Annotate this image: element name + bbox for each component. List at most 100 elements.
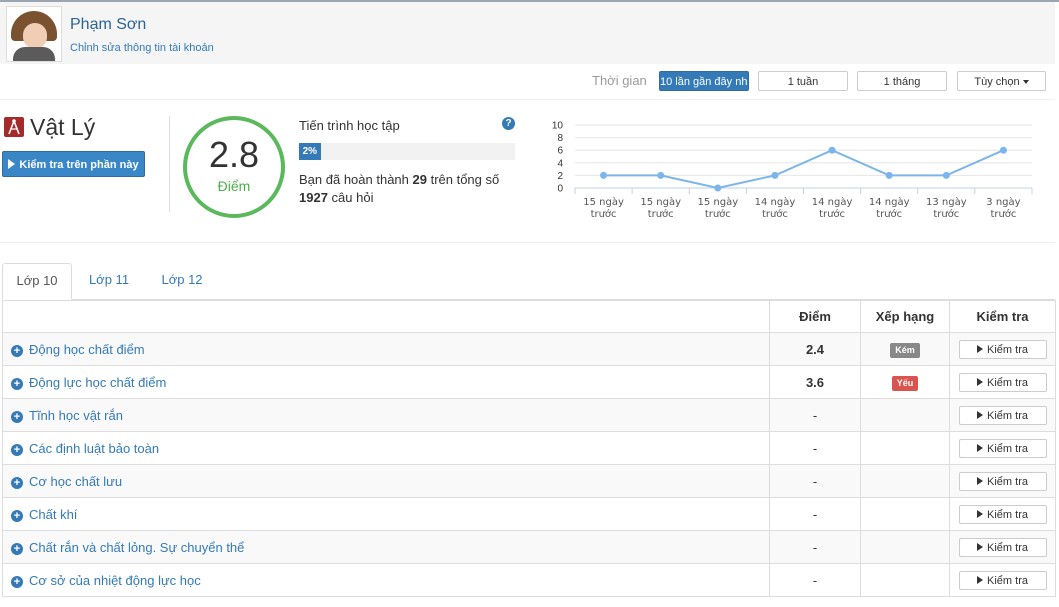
topic-cell[interactable]: + Các định luật bảo toàn [2, 431, 770, 465]
test-button-label: Kiểm tra [987, 442, 1028, 455]
score-column-header: Điểm [769, 300, 861, 333]
y-tick-label: 2 [557, 171, 563, 182]
topic-name[interactable]: Các định luật bảo toàn [29, 441, 159, 456]
table-row: + Cơ học chất lưu - Kiểm tra [2, 464, 1056, 498]
x-tick-label: 14 ngày trước [869, 196, 910, 220]
table-row: + Chất rắn và chất lỏng. Sự chuyển thể - Ki… [2, 530, 1056, 564]
topic-name[interactable]: Cơ học chất lưu [29, 474, 122, 489]
topic-cell[interactable]: + Chất rắn và chất lỏng. Sự chuyển thể [2, 530, 770, 564]
test-button-label: Kiểm tra [987, 574, 1028, 587]
score-cell: - [769, 563, 861, 597]
topic-name[interactable]: Chất khí [29, 507, 77, 522]
test-button-label: Kiểm tra [987, 508, 1028, 521]
plus-circle-icon[interactable]: + [11, 377, 23, 390]
topic-name[interactable]: Cơ sở của nhiệt động lực học [29, 573, 201, 588]
rank-cell: Yếu [860, 365, 950, 399]
score-cell: - [769, 497, 861, 531]
test-button[interactable]: Kiểm tra [958, 471, 1047, 491]
tab-lop-12[interactable]: Lớp 12 [146, 263, 218, 299]
topic-cell[interactable]: + Động học chất điểm [2, 332, 770, 366]
plus-circle-icon[interactable]: + [11, 542, 23, 555]
topics-table: Điểm Xếp hạng Kiểm tra + Động học chất đi… [2, 300, 1056, 597]
play-icon [8, 159, 16, 169]
test-button-label: Kiểm tra [987, 409, 1028, 422]
topic-name[interactable]: Động lực học chất điểm [29, 375, 166, 390]
tab-lop-11[interactable]: Lớp 11 [74, 263, 144, 299]
plus-circle-icon[interactable]: + [11, 410, 23, 423]
play-icon [977, 443, 984, 452]
data-point [885, 171, 893, 179]
help-icon[interactable]: ? [502, 117, 515, 130]
test-button[interactable]: Kiểm tra [958, 570, 1047, 590]
avatar[interactable] [6, 6, 62, 62]
score-cell: 3.6 [769, 365, 861, 399]
data-point [600, 171, 608, 179]
progress-text-middle: trên tổng số [426, 172, 500, 187]
filter-last-10-button[interactable]: 10 lần gần đây nhất [659, 71, 749, 91]
rank-cell [860, 530, 950, 564]
filter-1-week-button[interactable]: 1 tuần [758, 71, 848, 91]
x-tick-label: 14 ngày trước [812, 196, 853, 220]
topic-name[interactable]: Tĩnh học vật rắn [29, 408, 123, 423]
filter-1-month-button[interactable]: 1 tháng [857, 71, 947, 91]
rank-cell [860, 398, 950, 432]
caret-down-icon [1022, 80, 1029, 85]
test-button[interactable]: Kiểm tra [958, 438, 1047, 458]
test-button[interactable]: Kiểm tra [958, 504, 1047, 524]
test-cell: Kiểm tra [949, 365, 1056, 399]
topic-name[interactable]: Động học chất điểm [29, 342, 145, 357]
progress-bar: 2% [299, 143, 515, 160]
time-filter-label: Thời gian [592, 73, 647, 88]
edit-account-link[interactable]: Chỉnh sửa thông tin tài khoản [70, 42, 214, 54]
y-tick-label: 0 [557, 184, 563, 195]
test-cell: Kiểm tra [949, 563, 1056, 597]
x-tick-label: 14 ngày trước [755, 196, 796, 220]
vertical-divider [169, 116, 170, 212]
rank-cell: Kém [860, 332, 950, 366]
topic-cell[interactable]: + Chất khí [2, 497, 770, 531]
topic-name[interactable]: Chất rắn và chất lỏng. Sự chuyển thể [29, 540, 244, 555]
plus-circle-icon[interactable]: + [11, 344, 23, 357]
topic-cell[interactable]: + Cơ sở của nhiệt động lực học [2, 563, 770, 597]
score-value: 2.8 [208, 134, 260, 175]
compass-icon [4, 117, 24, 137]
data-point [942, 171, 950, 179]
topic-cell[interactable]: + Tĩnh học vật rắn [2, 398, 770, 432]
test-section-button[interactable]: Kiểm tra trên phần này [2, 151, 145, 177]
rank-cell [860, 464, 950, 498]
rank-badge: Kém [890, 342, 920, 358]
test-button[interactable]: Kiểm tra [958, 537, 1047, 557]
test-button[interactable]: Kiểm tra [958, 339, 1047, 359]
test-button[interactable]: Kiểm tra [958, 372, 1047, 392]
filter-custom-dropdown[interactable]: Tùy chọn [957, 71, 1046, 91]
topic-cell[interactable]: + Động lực học chất điểm [2, 365, 770, 399]
play-icon [977, 575, 984, 584]
test-button[interactable]: Kiểm tra [958, 405, 1047, 425]
x-tick-label: 13 ngày trước [926, 196, 967, 220]
user-name[interactable]: Phạm Sơn [70, 16, 146, 34]
plus-circle-icon[interactable]: + [11, 443, 23, 456]
test-button-label: Kiểm tra [987, 541, 1028, 554]
plus-circle-icon[interactable]: + [11, 575, 23, 588]
data-point [828, 146, 836, 154]
progress-text: Bạn đã hoàn thành 29 trên tổng số 1927 c… [299, 171, 509, 207]
rank-cell [860, 497, 950, 531]
x-tick-label: 3 ngày trước [986, 196, 1020, 220]
score-cell: - [769, 431, 861, 465]
play-icon [977, 509, 984, 518]
subject-title: Vật Lý [30, 114, 96, 140]
score-label: Điểm [217, 178, 251, 194]
play-icon [977, 542, 984, 551]
table-row: + Tĩnh học vật rắn - Kiểm tra [2, 398, 1056, 432]
test-cell: Kiểm tra [949, 332, 1056, 366]
table-row: + Cơ sở của nhiệt động lực học - Kiểm tra [2, 563, 1056, 597]
divider [0, 99, 1055, 100]
table-header-row: Điểm Xếp hạng Kiểm tra [2, 300, 1056, 333]
data-point [657, 171, 665, 179]
test-cell: Kiểm tra [949, 398, 1056, 432]
topic-cell[interactable]: + Cơ học chất lưu [2, 464, 770, 498]
plus-circle-icon[interactable]: + [11, 476, 23, 489]
plus-circle-icon[interactable]: + [11, 509, 23, 522]
tab-lop-10[interactable]: Lớp 10 [2, 263, 72, 300]
rank-cell [860, 431, 950, 465]
